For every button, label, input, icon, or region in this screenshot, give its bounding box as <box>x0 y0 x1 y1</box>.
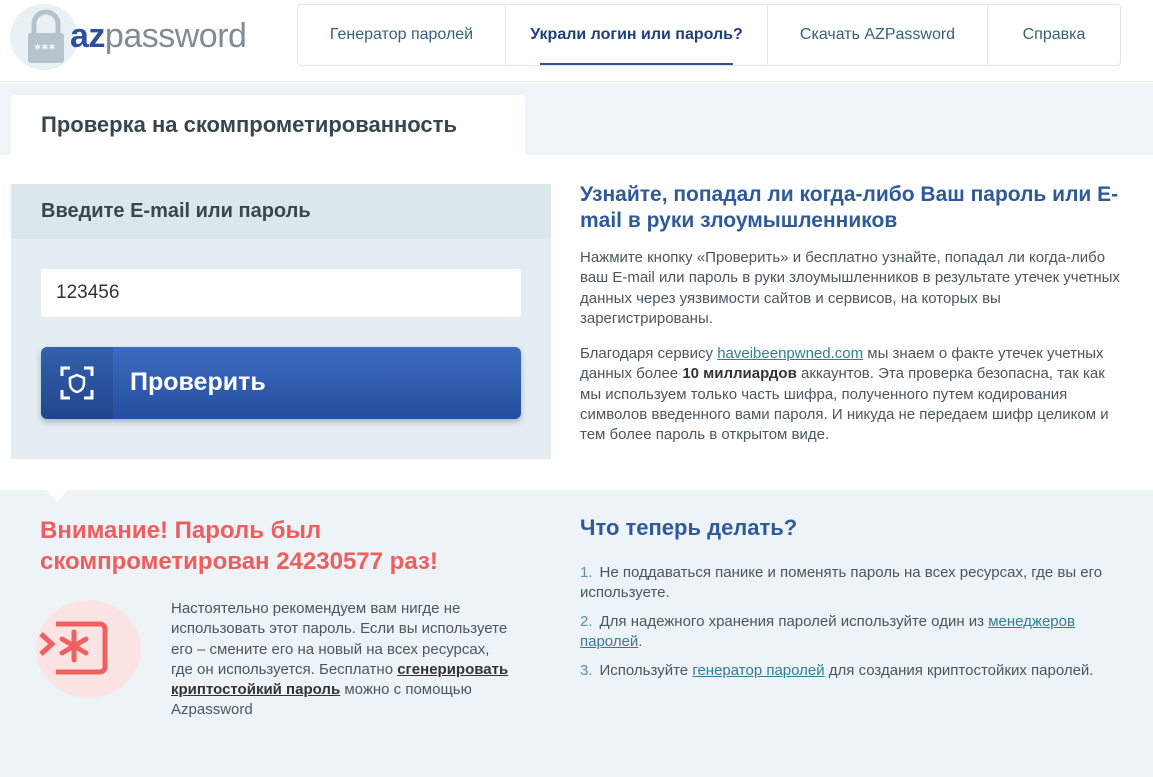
list-item: 2. Для надежного хранения паролей использ… <box>580 612 1125 652</box>
info-p2-accounts-count: 10 миллиардов <box>682 365 797 383</box>
nav-item-download[interactable]: Скачать AZPassword <box>768 5 988 65</box>
haveibeenpwned-link[interactable]: haveibeenpwned.com <box>717 345 863 362</box>
scan-shield-icon <box>60 366 94 400</box>
check-form-heading: Введите E-mail или пароль <box>41 200 311 222</box>
svg-text:***: *** <box>34 42 56 56</box>
check-button-icon-box <box>41 347 113 419</box>
password-warning-icon <box>39 621 108 675</box>
step-number: 1. <box>580 564 593 581</box>
step-text-end: для создания криптостойких паролей. <box>824 662 1094 679</box>
step-text: Используйте <box>599 662 693 679</box>
check-button[interactable]: Проверить <box>41 347 521 419</box>
step-text-end: . <box>638 633 643 650</box>
next-steps-list: 1. Не поддаваться панике и поменять парол… <box>580 563 1125 690</box>
main-nav: Генератор паролей Украли логин или парол… <box>297 4 1121 66</box>
compromised-warning-title: Внимание! Пароль был скомпрометирован 24… <box>40 517 438 575</box>
check-button-label: Проверить <box>130 368 266 396</box>
check-form-card: Введите E-mail или пароль Проверить <box>11 184 551 459</box>
next-steps-title: Что теперь делать? <box>580 515 798 540</box>
logo-brand-bold: az <box>70 17 105 55</box>
warning-recommendation: Настоятельно рекомендуем вам нигде не ис… <box>171 599 511 721</box>
nav-item-password-generator[interactable]: Генератор паролей <box>298 5 506 65</box>
site-logo[interactable]: *** azpassword <box>10 4 250 70</box>
tab-compromise-check[interactable]: Проверка на скомпрометированность <box>11 95 525 155</box>
padlock-icon: *** <box>28 9 64 63</box>
info-p2-text-start: Благодаря сервису <box>580 345 718 362</box>
list-item: 1. Не поддаваться панике и поменять парол… <box>580 563 1125 603</box>
step-text: Не поддаваться панике и поменять пароль … <box>580 564 1103 601</box>
check-form-header: Введите E-mail или пароль <box>11 184 551 239</box>
info-paragraph-2: Благодаря сервису haveibeenpwned.com мы … <box>580 344 1120 445</box>
password-generator-link[interactable]: генератор паролей <box>692 662 824 679</box>
step-number: 2. <box>580 613 593 630</box>
site-header: *** azpassword Генератор паролей Украли … <box>0 0 1153 82</box>
results-pointer <box>46 490 68 502</box>
nav-item-stolen-credentials[interactable]: Украли логин или пароль? <box>506 5 768 65</box>
list-item: 3. Используйте генератор паролей для созд… <box>580 661 1125 681</box>
info-title: Узнайте, попадал ли когда-либо Ваш парол… <box>580 183 1119 232</box>
nav-item-help[interactable]: Справка <box>988 5 1120 65</box>
step-number: 3. <box>580 662 593 679</box>
email-or-password-input[interactable] <box>41 269 521 317</box>
logo-wordmark: azpassword <box>70 16 247 56</box>
step-text: Для надежного хранения паролей используй… <box>599 613 989 630</box>
logo-brand-rest: password <box>104 17 247 55</box>
info-paragraph-1: Нажмите кнопку «Проверить» и бесплатно у… <box>580 249 1120 327</box>
